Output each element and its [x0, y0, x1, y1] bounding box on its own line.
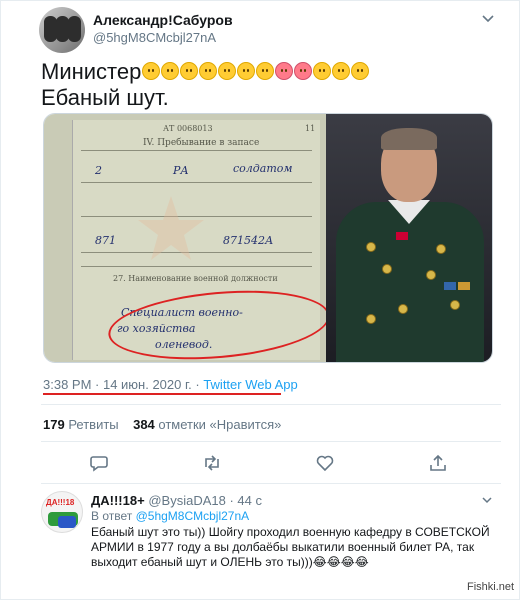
savoring-food-face-icon — [350, 62, 369, 80]
likes-stat[interactable]: 384 отметки «Нравится» — [133, 417, 281, 432]
chevron-down-icon[interactable] — [481, 494, 493, 506]
in-reply-to: В ответ @5hgM8CMcbjl27nA — [91, 509, 249, 523]
doc-code2: 871542А — [223, 234, 274, 247]
author-handle[interactable]: @5hgM8CMcbjl27nA — [93, 30, 216, 45]
doc-code1: 871 — [95, 234, 116, 247]
kissing-face-icon — [255, 62, 274, 80]
retweets-stat[interactable]: 179 Ретвиты — [43, 417, 119, 432]
general-portrait — [326, 114, 492, 362]
doc-section: IV. Пребывание в запасе — [143, 138, 260, 148]
chevron-down-icon[interactable] — [481, 11, 495, 25]
doc-col3: солдатом — [233, 162, 293, 175]
site-watermark: Fishki.net — [467, 581, 515, 593]
timestamp-text[interactable]: 3:38 PM · 14 июн. 2020 г. · — [43, 377, 203, 392]
reply-icon[interactable] — [89, 453, 109, 473]
kissing-heart-face-icon — [293, 62, 312, 80]
tweet-timestamp: 3:38 PM · 14 июн. 2020 г. · Twitter Web … — [43, 377, 298, 392]
reply-avatar-text: ДА!!!18 — [46, 498, 75, 507]
grinning-squinting-face-icon — [217, 62, 236, 80]
author-name[interactable]: Александр!Сабуров — [93, 12, 233, 28]
in-reply-handle[interactable]: @5hgM8CMcbjl27nA — [136, 509, 250, 523]
reply-author-handle[interactable]: @BysiaDA18 — [148, 493, 226, 508]
reply-avatar[interactable]: ДА!!!18 — [41, 491, 83, 533]
reply-author-name[interactable]: ДА!!!18+ — [91, 493, 145, 508]
retweet-icon[interactable] — [202, 453, 222, 473]
sweat-smile-face-icon — [236, 62, 255, 80]
like-icon[interactable] — [315, 453, 335, 473]
red-underline — [43, 393, 281, 395]
tweet-stats: 179 Ретвиты 384 отметки «Нравится» — [43, 417, 281, 432]
grinning-squinting-face-icon — [160, 62, 179, 80]
beaming-face-icon — [198, 62, 217, 80]
doc-field: 27. Наименование военной должности — [113, 274, 278, 283]
tweet-text: Министер Ебаный шут. — [41, 59, 501, 111]
reply-text: Ебаный шут это ты)) Шойгу проходил военн… — [91, 525, 490, 569]
reply-time[interactable]: 44 с — [237, 493, 262, 508]
tweet-text-line2: Ебаный шут. — [41, 85, 169, 110]
doc-number: АТ 0068013 — [163, 124, 213, 133]
author-avatar[interactable] — [39, 7, 85, 53]
tears-of-joy-face-icon — [179, 62, 198, 80]
smiling-face-icon — [331, 62, 350, 80]
grinning-face-icon — [141, 62, 160, 80]
reply-dot: · — [225, 493, 238, 508]
doc-page: 11 — [305, 124, 316, 133]
kissing-heart-face-icon — [274, 62, 293, 80]
tweet-text-line1: Министер — [41, 59, 142, 84]
doc-col2: РА — [173, 164, 189, 177]
kissing-face-icon — [312, 62, 331, 80]
doc-col1: 2 — [95, 164, 102, 177]
source-app-link[interactable]: Twitter Web App — [203, 377, 297, 392]
star-watermark — [138, 196, 204, 260]
in-reply-prefix: В ответ — [91, 509, 136, 523]
tweet-page: Александр!Сабуров @5hgM8CMcbjl27nA Минис… — [0, 0, 520, 600]
reply-header: ДА!!!18+ @BysiaDA18 · 44 с — [91, 493, 262, 508]
share-icon[interactable] — [428, 453, 448, 473]
military-id-photo: АТ 0068013 11 IV. Пребывание в запасе 2 … — [44, 114, 333, 362]
tweet-image[interactable]: АТ 0068013 11 IV. Пребывание в запасе 2 … — [43, 113, 493, 363]
emoji-row — [141, 59, 369, 84]
